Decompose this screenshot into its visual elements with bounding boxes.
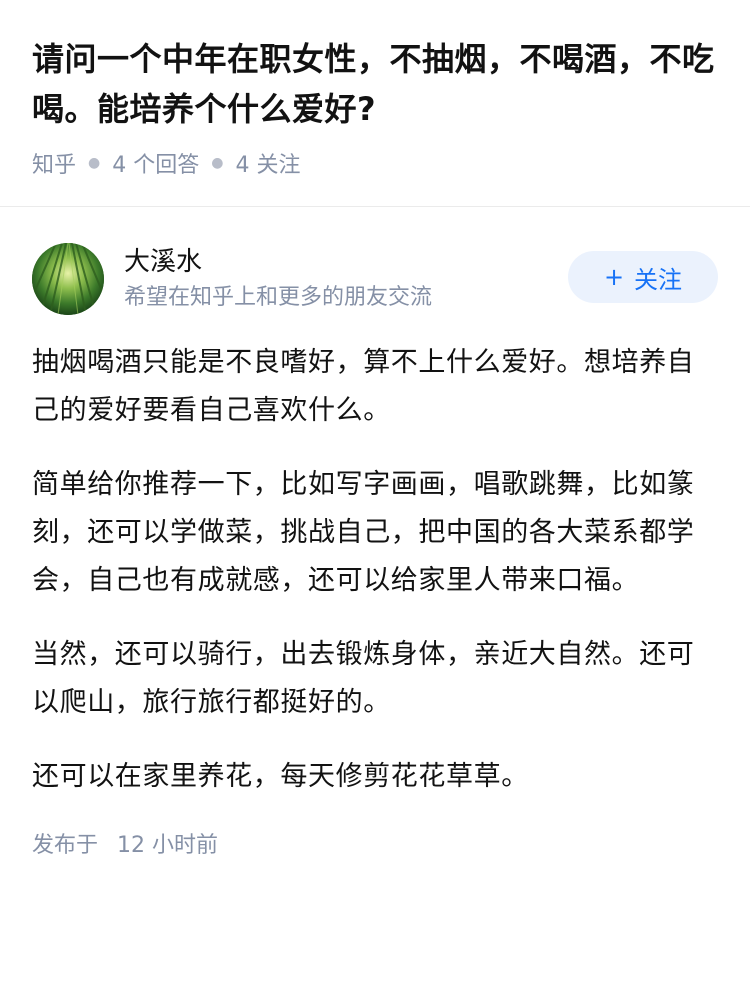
question-header: 请问一个中年在职女性，不抽烟，不喝酒，不吃喝。能培养个什么爱好? 知乎 ● 4 … — [0, 0, 750, 180]
author-info: 大溪水 希望在知乎上和更多的朋友交流 — [124, 244, 568, 314]
question-title[interactable]: 请问一个中年在职女性，不抽烟，不喝酒，不吃喝。能培养个什么爱好? — [32, 34, 718, 134]
answers-count[interactable]: 4 个回答 — [112, 147, 199, 179]
follow-button-label: 关注 — [634, 265, 683, 294]
avatar[interactable] — [32, 243, 104, 315]
followers-count: 4 关注 — [235, 153, 301, 178]
follow-button[interactable]: + 关注 — [568, 251, 718, 303]
answer-paragraph: 还可以在家里养花，每天修剪花花草草。 — [32, 761, 529, 792]
publish-time-value: 12 小时前 — [117, 833, 219, 858]
answer-content: 抽烟喝酒只能是不良嗜好，算不上什么爱好。想培养自己的爱好要看自己喜欢什么。 简单… — [32, 339, 718, 801]
author-row: 大溪水 希望在知乎上和更多的朋友交流 + 关注 — [32, 243, 718, 315]
question-source[interactable]: 知乎 — [32, 147, 76, 179]
answer-paragraph: 简单给你推荐一下，比如写字画画，唱歌跳舞，比如篆刻，还可以学做菜，挑战自己，把中… — [32, 469, 695, 596]
publish-time: 发布于 12 小时前 — [32, 827, 718, 859]
divider — [0, 206, 750, 207]
answer-card: 大溪水 希望在知乎上和更多的朋友交流 + 关注 抽烟喝酒只能是不良嗜好，算不上什… — [0, 243, 750, 859]
author-bio: 希望在知乎上和更多的朋友交流 — [124, 285, 433, 310]
separator-dot: ● — [211, 155, 224, 171]
publish-label: 发布于 — [32, 833, 99, 858]
answer-paragraph: 当然，还可以骑行，出去锻炼身体，亲近大自然。还可以爬山，旅行旅行都挺好的。 — [32, 639, 695, 718]
plus-icon: + — [603, 263, 625, 291]
author-name[interactable]: 大溪水 — [124, 244, 568, 280]
bamboo-avatar-icon — [32, 243, 104, 315]
question-meta: 知乎 ● 4 个回答 ● 4 关注 — [32, 146, 718, 180]
answer-paragraph: 抽烟喝酒只能是不良嗜好，算不上什么爱好。想培养自己的爱好要看自己喜欢什么。 — [32, 347, 695, 426]
separator-dot: ● — [88, 155, 101, 171]
